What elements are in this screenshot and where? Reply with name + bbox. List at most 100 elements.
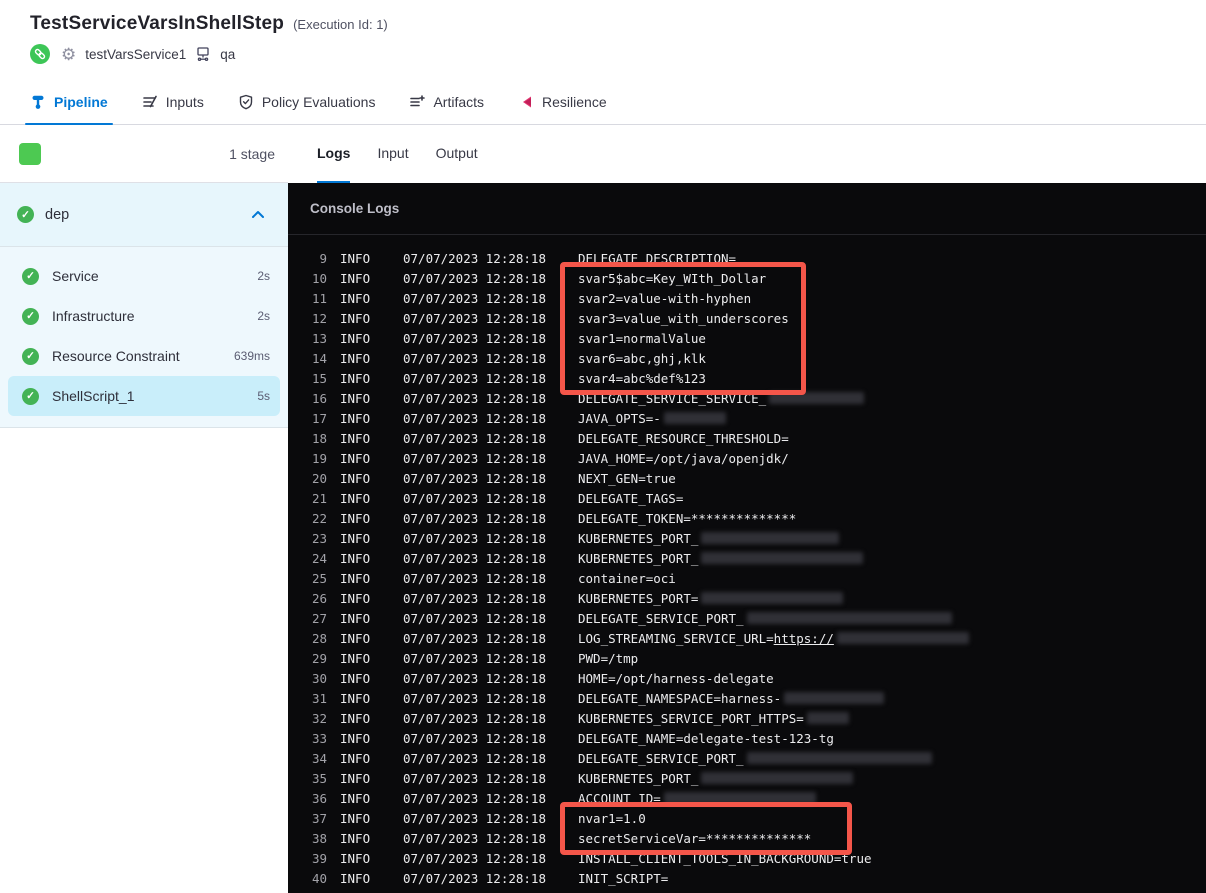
stage-group-dep[interactable]: dep bbox=[0, 183, 288, 246]
step-label: ShellScript_1 bbox=[52, 388, 135, 404]
log-line-28: 28 INFO 07/07/2023 12:28:18 LOG_STREAMING_S… bbox=[288, 629, 1206, 649]
log-level: INFO bbox=[340, 611, 371, 626]
tab-resilience[interactable]: Resilience bbox=[518, 79, 607, 124]
log-timestamp: 07/07/2023 12:28:18 bbox=[403, 851, 546, 866]
step-service[interactable]: Service 2s bbox=[8, 256, 280, 296]
log-text: DELEGATE_SERVICE_SERVICE_ bbox=[578, 391, 767, 406]
gear-icon: ⚙ bbox=[61, 44, 77, 64]
log-line-27: 27 INFO 07/07/2023 12:28:18 DELEGATE_SERVIC… bbox=[288, 609, 1206, 629]
line-number: 21 bbox=[311, 491, 327, 506]
log-timestamp: 07/07/2023 12:28:18 bbox=[403, 871, 546, 886]
log-text: svar3=value_with_underscores bbox=[578, 311, 789, 326]
log-level: INFO bbox=[340, 551, 371, 566]
log-line-39: 39 INFO 07/07/2023 12:28:18 INSTALL_CLIENT_… bbox=[288, 849, 1206, 869]
step-duration: 5s bbox=[257, 389, 270, 403]
log-level: INFO bbox=[340, 471, 371, 486]
tab-pipeline[interactable]: Pipeline bbox=[25, 79, 113, 125]
redacted-value bbox=[701, 552, 864, 564]
line-number: 23 bbox=[311, 531, 327, 546]
log-message: ACCOUNT_ID= bbox=[578, 789, 816, 809]
log-text: DELEGATE_RESOURCE_THRESHOLD= bbox=[578, 431, 789, 446]
page-title: TestServiceVarsInShellStep bbox=[30, 13, 285, 34]
redacted-value bbox=[663, 792, 816, 804]
line-number: 31 bbox=[311, 691, 327, 706]
step-label: Service bbox=[52, 268, 99, 284]
log-message: DELEGATE_SERVICE_PORT_ bbox=[578, 609, 952, 629]
log-line-38: 38 INFO 07/07/2023 12:28:18 secretServiceVa… bbox=[288, 829, 1206, 849]
log-line-30: 30 INFO 07/07/2023 12:28:18 HOME=/opt/harne… bbox=[288, 669, 1206, 689]
log-link[interactable]: https:// bbox=[774, 631, 834, 646]
line-number: 32 bbox=[311, 711, 327, 726]
service-name[interactable]: testVarsService1 bbox=[85, 47, 186, 62]
log-timestamp: 07/07/2023 12:28:18 bbox=[403, 751, 546, 766]
log-message: svar2=value-with-hyphen bbox=[578, 289, 751, 309]
step-label: Resource Constraint bbox=[52, 348, 180, 364]
log-message: JAVA_OPTS=- bbox=[578, 409, 726, 429]
log-timestamp: 07/07/2023 12:28:18 bbox=[403, 451, 546, 466]
console-panel[interactable]: Console Logs 9 INFO 07/07/2023 12:28:18 DEL… bbox=[288, 183, 1206, 893]
stage-status-square[interactable] bbox=[19, 142, 41, 165]
log-timestamp: 07/07/2023 12:28:18 bbox=[403, 391, 546, 406]
log-message: NEXT_GEN=true bbox=[578, 469, 676, 489]
pipeline-icon bbox=[30, 94, 46, 110]
tab-policy-evaluations[interactable]: Policy Evaluations bbox=[238, 79, 375, 124]
line-number: 28 bbox=[311, 631, 327, 646]
tab-logs[interactable]: Logs bbox=[317, 125, 351, 183]
log-line-26: 26 INFO 07/07/2023 12:28:18 KUBERNETES_PORT… bbox=[288, 589, 1206, 609]
log-line-12: 12 INFO 07/07/2023 12:28:18 svar3=value_wit… bbox=[288, 309, 1206, 329]
log-level: INFO bbox=[340, 591, 371, 606]
log-line-15: 15 INFO 07/07/2023 12:28:18 svar4=abc%def%1… bbox=[288, 369, 1206, 389]
log-line-20: 20 INFO 07/07/2023 12:28:18 NEXT_GEN=true bbox=[288, 469, 1206, 489]
log-text: KUBERNETES_SERVICE_PORT_HTTPS= bbox=[578, 711, 804, 726]
line-number: 37 bbox=[311, 811, 327, 826]
log-timestamp: 07/07/2023 12:28:18 bbox=[403, 671, 546, 686]
log-text: svar2=value-with-hyphen bbox=[578, 291, 752, 306]
log-text: KUBERNETES_PORT_ bbox=[578, 771, 699, 786]
redacted-value bbox=[746, 752, 932, 764]
tab-label: Resilience bbox=[542, 93, 607, 110]
success-check-icon bbox=[17, 206, 34, 223]
success-check-icon bbox=[22, 307, 39, 325]
log-message: nvar1=1.0 bbox=[578, 809, 646, 829]
redacted-value bbox=[701, 772, 854, 784]
log-message: DELEGATE_SERVICE_SERVICE_ bbox=[578, 389, 865, 409]
step-infrastructure[interactable]: Infrastructure 2s bbox=[8, 296, 280, 336]
cd-module-icon bbox=[30, 44, 50, 64]
chevron-up-icon[interactable] bbox=[251, 210, 265, 219]
tab-inputs[interactable]: Inputs bbox=[142, 79, 204, 124]
main-tabs: Pipeline Inputs Policy Evaluations Artif… bbox=[0, 79, 1206, 125]
line-number: 18 bbox=[311, 431, 327, 446]
success-check-icon bbox=[22, 267, 39, 285]
redacted-value bbox=[836, 632, 969, 644]
log-text: DELEGATE_SERVICE_PORT_ bbox=[578, 611, 744, 626]
environment-name[interactable]: qa bbox=[220, 47, 235, 62]
log-text: PWD=/tmp bbox=[578, 651, 639, 666]
log-text: ACCOUNT_ID= bbox=[578, 791, 661, 806]
log-message: INIT_SCRIPT= bbox=[578, 869, 668, 889]
log-level: INFO bbox=[340, 711, 371, 726]
redacted-value bbox=[701, 592, 844, 604]
log-timestamp: 07/07/2023 12:28:18 bbox=[403, 411, 546, 426]
app-root: TestServiceVarsInShellStep (Execution Id… bbox=[0, 0, 1206, 893]
log-timestamp: 07/07/2023 12:28:18 bbox=[403, 471, 546, 486]
log-message: JAVA_HOME=/opt/java/openjdk/ bbox=[578, 449, 789, 469]
log-message: HOME=/opt/harness-delegate bbox=[578, 669, 774, 689]
log-text: LOG_STREAMING_SERVICE_URL= bbox=[578, 631, 774, 646]
tab-artifacts[interactable]: Artifacts bbox=[409, 79, 484, 124]
log-timestamp: 07/07/2023 12:28:18 bbox=[403, 271, 546, 286]
log-timestamp: 07/07/2023 12:28:18 bbox=[403, 371, 546, 386]
redacted-value bbox=[746, 612, 952, 624]
log-text: INIT_SCRIPT= bbox=[578, 871, 669, 886]
log-line-36: 36 INFO 07/07/2023 12:28:18 ACCOUNT_ID= bbox=[288, 789, 1206, 809]
meta-row: ⚙ testVarsService1 qa bbox=[30, 44, 1206, 64]
log-level: INFO bbox=[340, 671, 371, 686]
line-number: 15 bbox=[311, 371, 327, 386]
step-resource constraint[interactable]: Resource Constraint 639ms bbox=[8, 336, 280, 376]
log-text: KUBERNETES_PORT_ bbox=[578, 531, 699, 546]
step-shellscript_1[interactable]: ShellScript_1 5s bbox=[8, 376, 280, 416]
log-timestamp: 07/07/2023 12:28:18 bbox=[403, 651, 546, 666]
tab-output[interactable]: Output bbox=[436, 125, 478, 183]
log-message: DELEGATE_DESCRIPTION= bbox=[578, 249, 736, 269]
tab-input[interactable]: Input bbox=[377, 125, 408, 183]
stage-group-label: dep bbox=[45, 206, 70, 223]
